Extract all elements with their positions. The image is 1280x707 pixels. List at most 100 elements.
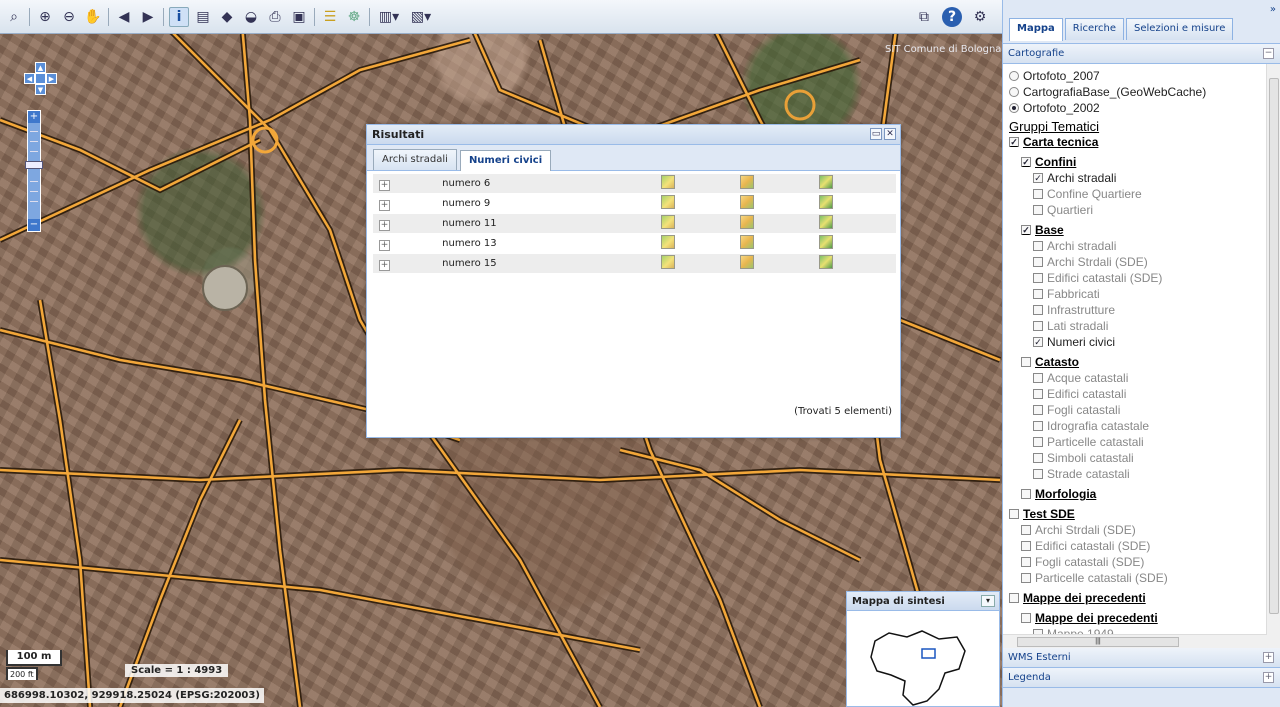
scrollbar-thumb[interactable]: ||| [1017, 637, 1179, 647]
layer-item[interactable]: Idrografia catastale [1009, 418, 1280, 434]
back-icon[interactable]: ◀ [114, 7, 134, 27]
collapse-panel-icon[interactable]: » [1270, 4, 1276, 15]
info-icon[interactable]: i [169, 6, 189, 27]
overview-map-outline[interactable] [847, 611, 999, 706]
basemap-option[interactable]: Ortofoto_2002 [1009, 100, 1280, 116]
details-icon[interactable] [819, 255, 834, 269]
zoom-to-icon[interactable] [661, 255, 676, 269]
tab-ricerche[interactable]: Ricerche [1064, 18, 1125, 40]
checkbox[interactable]: ✓ [1021, 225, 1031, 235]
expand-icon[interactable]: + [1263, 652, 1274, 663]
table-row[interactable]: + numero 15 [373, 254, 896, 274]
tab-mappa[interactable]: Mappa [1009, 18, 1063, 41]
zoom-plus-icon[interactable]: + [28, 111, 40, 123]
section-legenda[interactable]: Legenda + [1003, 668, 1280, 688]
checkbox[interactable] [1033, 321, 1043, 331]
checkbox[interactable] [1033, 257, 1043, 267]
chevron-down-icon[interactable]: ▾ [981, 595, 995, 607]
collapse-icon[interactable]: − [1263, 48, 1274, 59]
details-icon[interactable] [819, 195, 834, 209]
checkbox[interactable]: ✓ [1009, 137, 1019, 147]
tab-selezioni-e-misure[interactable]: Selezioni e misure [1126, 18, 1234, 40]
expand-row[interactable]: + [373, 197, 442, 211]
expand-row[interactable]: + [373, 217, 442, 231]
section-cartografie[interactable]: Cartografie − [1003, 44, 1280, 64]
checkbox[interactable] [1033, 273, 1043, 283]
identify-icon[interactable]: ◒ [241, 7, 261, 27]
scrollbar-thumb[interactable] [1269, 78, 1279, 614]
layer-group[interactable]: Mappe dei precedenti [1009, 610, 1280, 626]
layer-group[interactable]: Mappe dei precedenti [1009, 590, 1280, 606]
radio-button[interactable] [1009, 87, 1019, 97]
table-row[interactable]: + numero 13 [373, 234, 896, 254]
layer-group[interactable]: ✓ Carta tecnica [1009, 134, 1280, 150]
zoom-minus-icon[interactable]: − [28, 219, 40, 231]
layer-item[interactable]: Particelle catastali (SDE) [1009, 570, 1280, 586]
layer-item[interactable]: Fogli catastali (SDE) [1009, 554, 1280, 570]
layer-item[interactable]: Archi Strdali (SDE) [1009, 254, 1280, 270]
checkbox[interactable]: ✓ [1033, 173, 1043, 183]
layer-item[interactable]: Confine Quartiere [1009, 186, 1280, 202]
highlight-icon[interactable] [740, 195, 755, 209]
checkbox[interactable] [1021, 541, 1031, 551]
zoom-to-icon[interactable] [661, 215, 676, 229]
plus-icon[interactable]: + [379, 219, 390, 231]
expand-icon[interactable]: + [1263, 672, 1274, 683]
highlight-icon[interactable] [740, 255, 755, 269]
expand-row[interactable]: + [373, 257, 442, 271]
checkbox[interactable] [1021, 489, 1031, 499]
layer-item[interactable]: Fogli catastali [1009, 402, 1280, 418]
checkbox[interactable] [1021, 613, 1031, 623]
forward-icon[interactable]: ▶ [138, 7, 158, 27]
layer-group[interactable]: Catasto [1009, 354, 1280, 370]
pan-left-icon[interactable]: ◀ [24, 73, 35, 84]
pan-right-icon[interactable]: ▶ [46, 73, 57, 84]
pan-hand-icon[interactable]: ✋ [83, 7, 103, 27]
checkbox[interactable] [1033, 373, 1043, 383]
tab-archi-stradali[interactable]: Archi stradali [373, 149, 457, 170]
tab-numeri-civici[interactable]: Numeri civici [459, 150, 552, 171]
radio-button[interactable] [1009, 71, 1019, 81]
checkbox[interactable] [1009, 593, 1019, 603]
zoom-to-icon[interactable] [661, 175, 676, 189]
layer-item[interactable]: Edifici catastali (SDE) [1009, 270, 1280, 286]
horizontal-scrollbar[interactable]: ||| [1003, 634, 1267, 648]
checkbox[interactable] [1021, 573, 1031, 583]
measure-icon[interactable]: ◆ [217, 7, 237, 27]
details-icon[interactable] [819, 235, 834, 249]
expand-row[interactable]: + [373, 177, 442, 191]
close-icon[interactable]: ✕ [884, 128, 896, 140]
checkbox[interactable] [1021, 557, 1031, 567]
highlight-icon[interactable] [740, 175, 755, 189]
zoom-slider[interactable]: + − [25, 110, 43, 232]
checkbox[interactable] [1033, 389, 1043, 399]
layer-group[interactable]: Test SDE [1009, 506, 1280, 522]
vertical-scrollbar[interactable] [1266, 64, 1280, 648]
plus-icon[interactable]: + [379, 239, 390, 251]
map-view[interactable]: ⌕ ⊕ ⊖ ✋ ◀ ▶ i ▤ ◆ ◒ ⎙ ▣ ☰ ☸ ▥▾ ▧▾ ⧉ ? ⚙ … [0, 0, 1002, 707]
expand-row[interactable]: + [373, 237, 442, 251]
zoom-slider-handle[interactable] [25, 161, 43, 169]
highlight-icon[interactable] [740, 215, 755, 229]
overview-extent-box[interactable] [921, 648, 936, 659]
palette-icon[interactable]: ▥▾ [375, 7, 403, 27]
checkbox[interactable] [1033, 241, 1043, 251]
zoom-to-icon[interactable] [661, 195, 676, 209]
table-row[interactable]: + numero 9 [373, 194, 896, 214]
checkbox[interactable] [1033, 189, 1043, 199]
layer-item[interactable]: Particelle catastali [1009, 434, 1280, 450]
layer-item[interactable]: ✓ Archi stradali [1009, 170, 1280, 186]
zoom-to-icon[interactable] [661, 235, 676, 249]
layer-item[interactable]: Fabbricati [1009, 286, 1280, 302]
layer-group[interactable]: ✓ Confini [1009, 154, 1280, 170]
checkbox[interactable] [1033, 453, 1043, 463]
layer-item[interactable]: Edifici catastali (SDE) [1009, 538, 1280, 554]
checkbox[interactable]: ✓ [1021, 157, 1031, 167]
pan-center-icon[interactable] [35, 73, 46, 84]
checkbox[interactable] [1021, 525, 1031, 535]
save-icon[interactable]: ▣ [289, 7, 309, 27]
layer-item[interactable]: Lati stradali [1009, 318, 1280, 334]
print-icon[interactable]: ⎙ [265, 7, 285, 27]
section-wms-esterni[interactable]: WMS Esterni + [1003, 648, 1280, 668]
zoom-out-icon[interactable]: ⊖ [59, 7, 79, 27]
